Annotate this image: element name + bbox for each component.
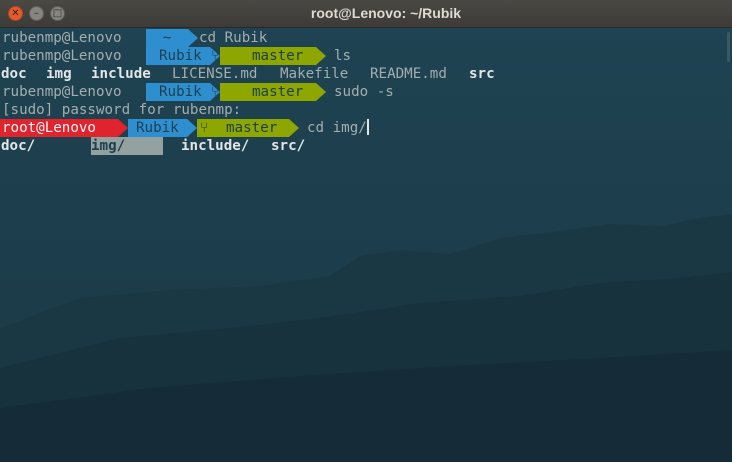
window-title: root@Lenovo: ~/Rubik: [310, 5, 462, 21]
ls-item-file: README.md: [370, 66, 447, 82]
ls-item-dir: doc: [1, 66, 27, 82]
ls-item-file: Makefile: [280, 66, 349, 82]
terminal-line: rubenmp@Lenovo Rubik ⑂ master ls: [0, 47, 351, 65]
command-text: sudo -s: [334, 84, 394, 100]
segment-arrow: [289, 119, 299, 137]
command-text: cd Rubik: [199, 30, 268, 46]
prompt-user: rubenmp@Lenovo: [2, 84, 122, 100]
scrollbar[interactable]: [725, 28, 732, 462]
ls-output-line: doc img include LICENSE.md Makefile READ…: [0, 65, 495, 83]
ls-item-file: LICENSE.md: [172, 66, 258, 82]
prompt-root-segment: root@Lenovo: [0, 119, 118, 137]
prompt-user: rubenmp@Lenovo: [2, 48, 122, 64]
completion-item[interactable]: src/: [271, 137, 305, 155]
prompt-user: rubenmp@Lenovo: [2, 30, 122, 46]
scrollbar-thumb[interactable]: [727, 32, 730, 62]
ls-item-dir: src: [469, 66, 495, 82]
command-text: ls: [334, 48, 352, 64]
title-bar[interactable]: ✕ – □ root@Lenovo: ~/Rubik: [0, 0, 732, 28]
segment-arrow: [188, 29, 198, 47]
terminal-area[interactable]: rubenmp@Lenovo ~ cd Rubik rubenmp@Lenovo…: [0, 28, 732, 462]
git-branch-icon: ⑂: [211, 48, 220, 64]
segment-arrow: [187, 119, 197, 137]
segment-arrow: [118, 119, 128, 137]
completion-item-selected[interactable]: img/: [91, 137, 163, 155]
prompt-branch: master: [252, 84, 304, 100]
prompt-branch: master: [252, 48, 304, 64]
completion-item[interactable]: doc/: [1, 137, 35, 155]
ls-item-dir: img: [46, 66, 72, 82]
terminal-window: ✕ – □ root@Lenovo: ~/Rubik rubenmp@Lenov…: [0, 0, 732, 462]
prompt-branch: master: [226, 120, 278, 136]
terminal-line: [sudo] password for rubenmp:: [0, 101, 241, 119]
segment-arrow: [316, 47, 326, 65]
sudo-prompt-text: [sudo] password for rubenmp:: [2, 102, 242, 118]
prompt-dir-segment: ~: [146, 29, 188, 47]
terminal-line: rubenmp@Lenovo ~ cd Rubik: [0, 29, 267, 47]
command-text: cd img/: [307, 120, 367, 136]
text-cursor: [366, 119, 369, 135]
prompt-dir-segment: Rubik: [146, 47, 210, 65]
completion-item[interactable]: include/: [181, 137, 249, 155]
ls-item-dir: include: [91, 66, 151, 82]
git-branch-icon: ⑂: [211, 84, 220, 100]
terminal-line: rubenmp@Lenovo Rubik ⑂ master sudo -s: [0, 83, 394, 101]
completion-line: doc/ img/ include/ src/: [0, 137, 305, 155]
git-branch-icon: ⑂: [200, 120, 209, 136]
segment-arrow: [316, 83, 326, 101]
command-input[interactable]: cd img/: [307, 119, 369, 137]
prompt-dir-segment: Rubik: [146, 83, 210, 101]
terminal-line: root@Lenovo Rubik ⑂ master cd img/: [0, 119, 369, 137]
prompt-dir-segment: Rubik: [128, 119, 187, 137]
